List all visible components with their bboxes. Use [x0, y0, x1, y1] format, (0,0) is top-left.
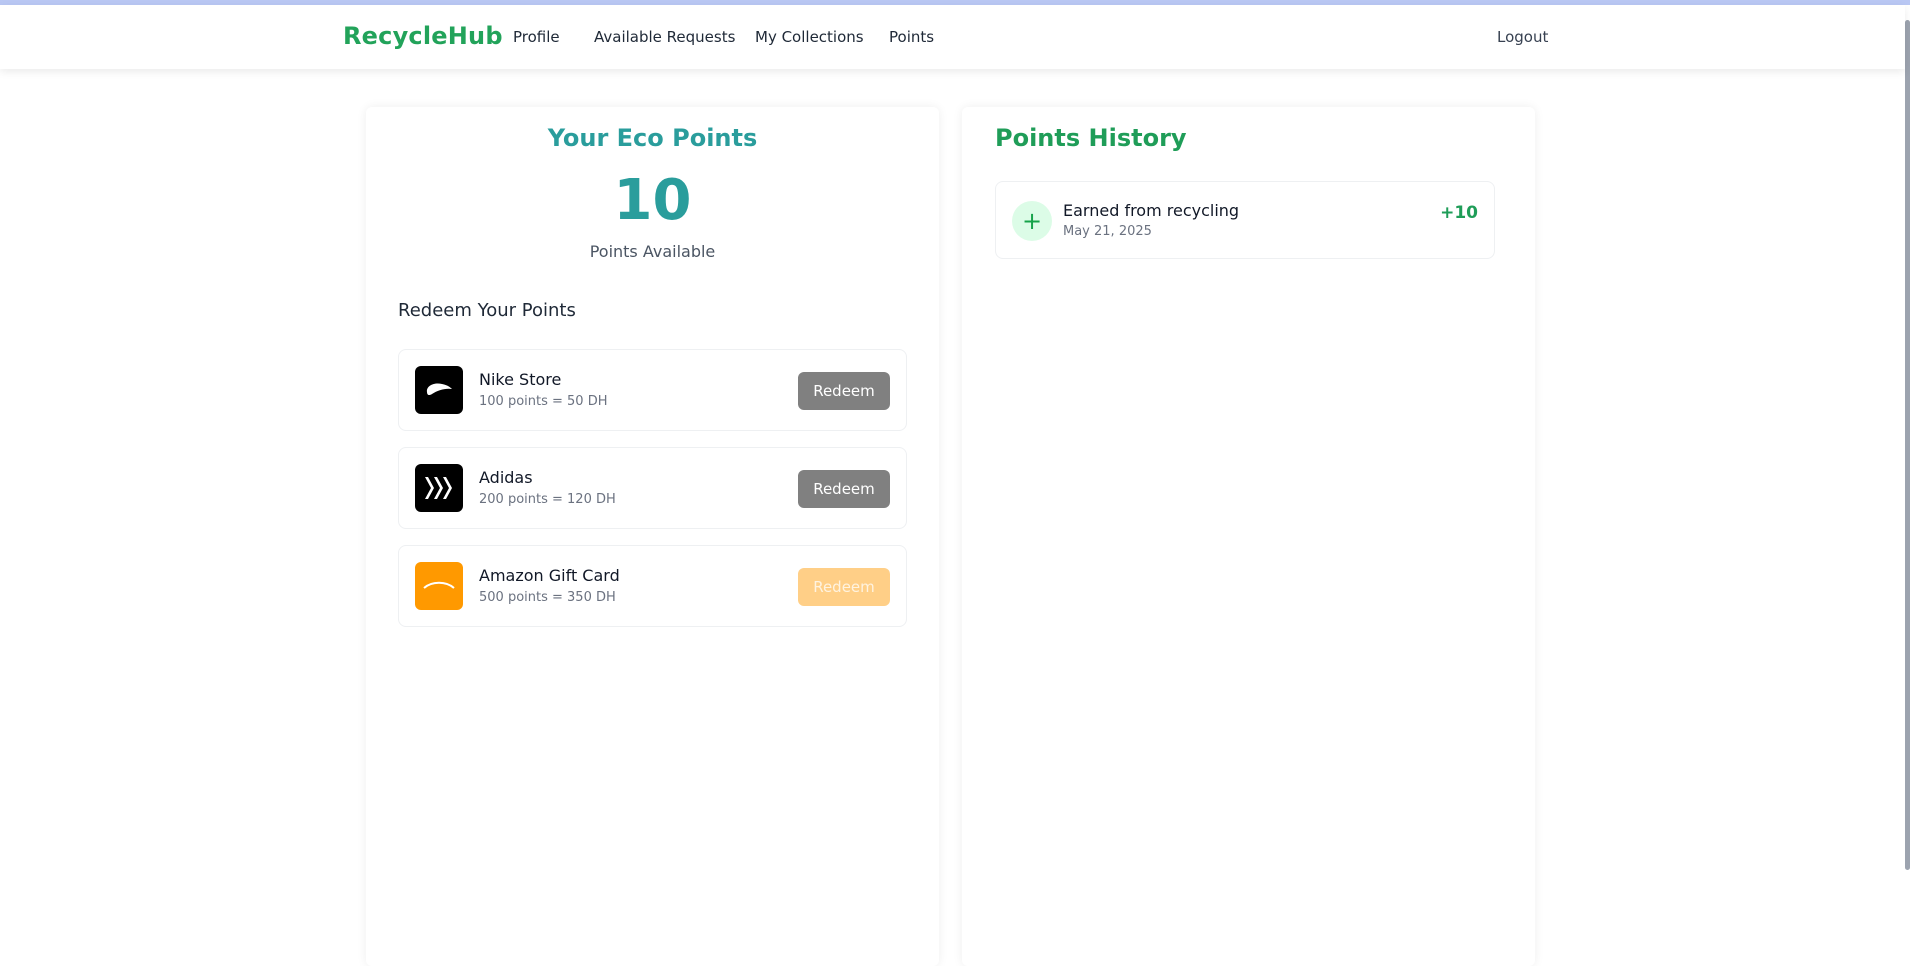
nav-link-profile[interactable]: Profile — [513, 28, 560, 46]
history-item: + Earned from recycling May 21, 2025 +10 — [995, 181, 1495, 259]
eco-points-panel: Your Eco Points 10 Points Available Rede… — [366, 107, 939, 966]
reward-name: Nike Store — [479, 370, 562, 389]
page-scrollbar[interactable] — [1905, 20, 1910, 870]
plus-icon: + — [1012, 201, 1052, 241]
reward-desc: 100 points = 50 DH — [479, 394, 608, 409]
history-date: May 21, 2025 — [1063, 224, 1152, 239]
nav-link-available-requests[interactable]: Available Requests — [594, 28, 735, 46]
redeem-button-nike[interactable]: Redeem — [798, 372, 890, 410]
reward-card-nike: Nike Store 100 points = 50 DH Redeem — [398, 349, 907, 431]
reward-name: Adidas — [479, 468, 533, 487]
navbar: RecycleHub Profile Available Requests My… — [0, 5, 1905, 69]
eco-points-value: 10 — [613, 168, 692, 233]
points-history-panel: Points History + Earned from recycling M… — [962, 107, 1535, 966]
redeem-button-amazon[interactable]: Redeem — [798, 568, 890, 606]
adidas-stripes-icon — [415, 464, 463, 512]
nav-link-my-collections[interactable]: My Collections — [755, 28, 864, 46]
brand-logo[interactable]: RecycleHub — [343, 22, 503, 50]
redeem-heading: Redeem Your Points — [398, 300, 576, 321]
redeem-button-adidas[interactable]: Redeem — [798, 470, 890, 508]
nav-link-points[interactable]: Points — [889, 28, 934, 46]
logout-link[interactable]: Logout — [1497, 28, 1548, 46]
points-history-title: Points History — [995, 124, 1187, 152]
eco-points-title: Your Eco Points — [547, 124, 758, 152]
history-amount: +10 — [1440, 203, 1478, 223]
reward-card-adidas: Adidas 200 points = 120 DH Redeem — [398, 447, 907, 529]
amazon-smile-icon — [415, 562, 463, 610]
reward-card-amazon: Amazon Gift Card 500 points = 350 DH Red… — [398, 545, 907, 627]
eco-points-subtitle: Points Available — [589, 242, 716, 261]
reward-name: Amazon Gift Card — [479, 566, 620, 585]
nike-swoosh-icon — [415, 366, 463, 414]
reward-desc: 200 points = 120 DH — [479, 492, 616, 507]
history-label: Earned from recycling — [1063, 201, 1240, 220]
reward-desc: 500 points = 350 DH — [479, 590, 616, 605]
